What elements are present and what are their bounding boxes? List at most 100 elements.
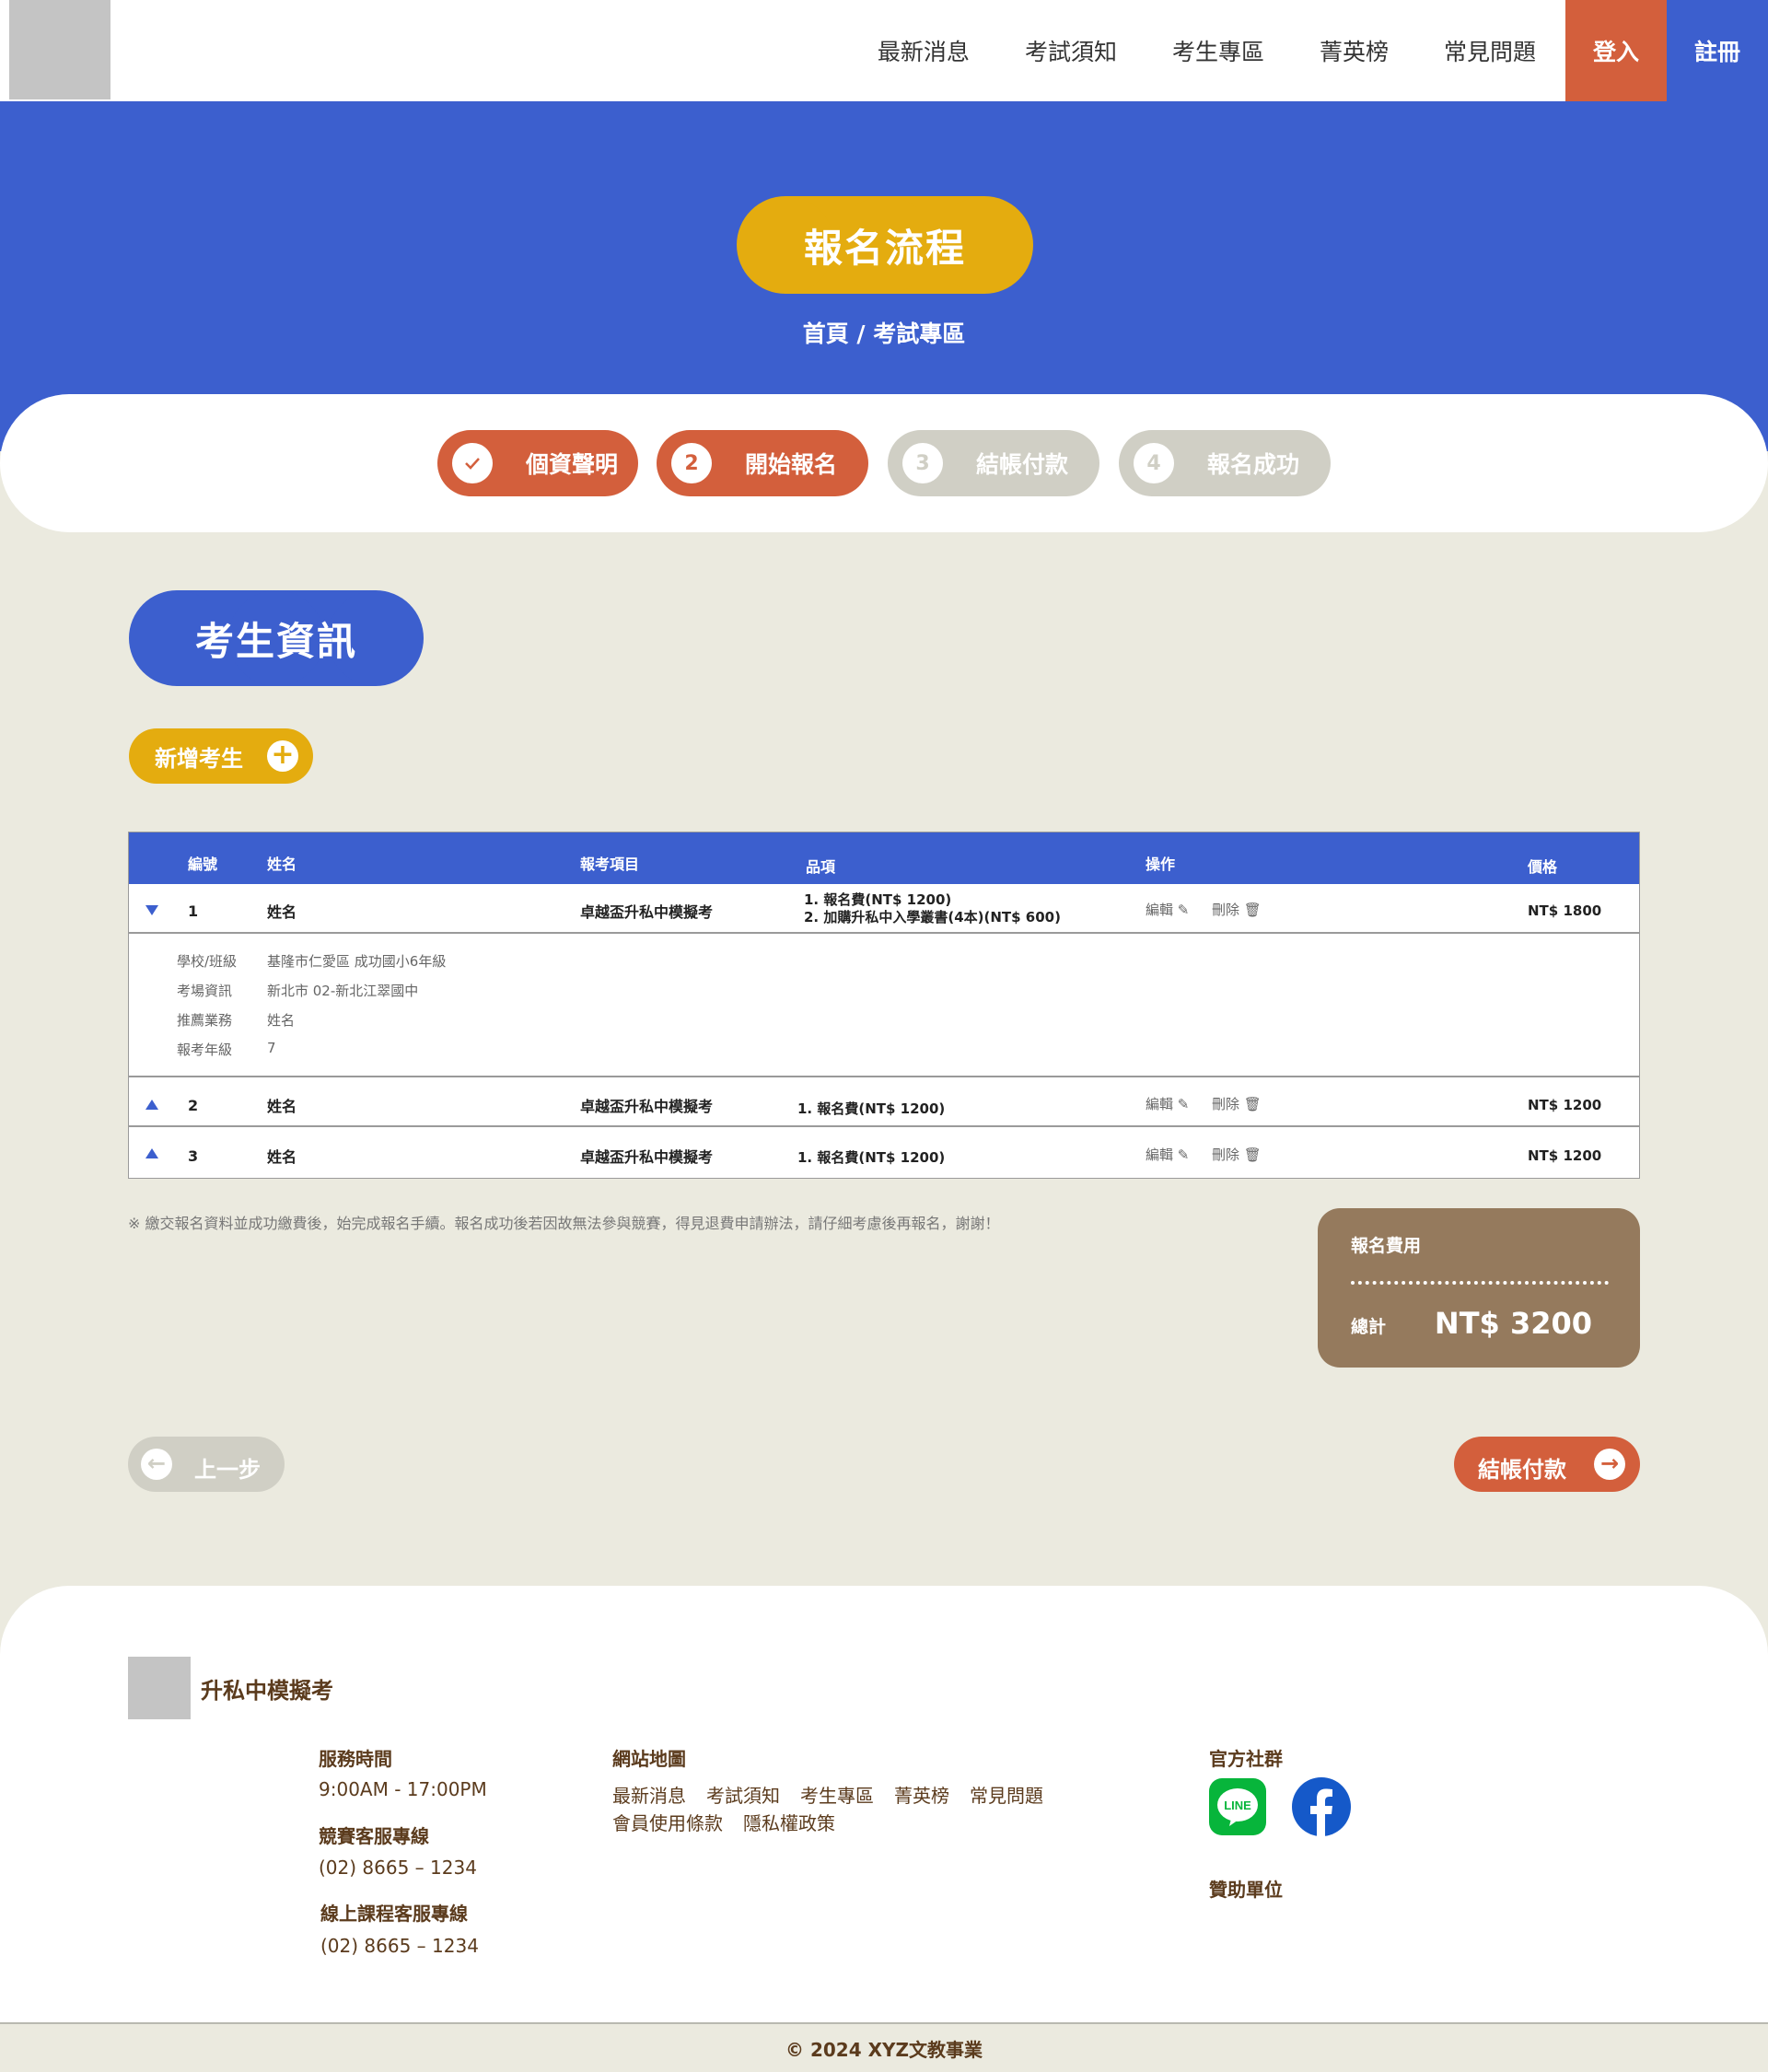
delete-label: 刪除 bbox=[1212, 1096, 1240, 1112]
sitemap-title: 網站地圖 bbox=[612, 1748, 686, 1770]
expand-toggle-icon[interactable] bbox=[145, 1100, 158, 1110]
edit-button[interactable]: 編輯 ✎ bbox=[1146, 1145, 1189, 1164]
delete-button[interactable]: 刪除 🗑 bbox=[1212, 1145, 1262, 1164]
total-value: NT$ 3200 bbox=[1434, 1306, 1592, 1341]
edit-button[interactable]: 編輯 ✎ bbox=[1146, 900, 1189, 919]
fee-summary: 報名費用 總計 NT$ 3200 bbox=[1318, 1208, 1640, 1368]
step-privacy: 個資聲明 bbox=[437, 430, 638, 496]
checkout-button[interactable]: 結帳付款 → bbox=[1454, 1437, 1640, 1492]
refund-notice: ※ 繳交報名資料並成功繳費後，始完成報名手續。報名成功後若因故無法參與競賽，得見… bbox=[128, 1215, 1000, 1232]
sitemap-links-row1: 最新消息 考試須知 考生專區 菁英榜 常見問題 bbox=[612, 1781, 1064, 1808]
social-title: 官方社群 bbox=[1209, 1748, 1283, 1770]
copyright-bar: © 2024 XYZ文教事業 bbox=[0, 2022, 1768, 2072]
row-product: 1. 報名費(NT$ 1200) bbox=[797, 1149, 946, 1166]
step-registration: 2 開始報名 bbox=[657, 430, 868, 496]
row-product: 1. 報名費(NT$ 1200) bbox=[804, 891, 952, 908]
row-product: 2. 加購升私中入學叢書(4本)(NT$ 600) bbox=[804, 909, 1061, 925]
register-button[interactable]: 註冊 bbox=[1667, 0, 1768, 101]
col-price: 價格 bbox=[1528, 858, 1558, 876]
add-candidate-label: 新增考生 bbox=[155, 745, 243, 772]
total-label: 總計 bbox=[1351, 1317, 1387, 1337]
dotted-divider bbox=[1351, 1281, 1609, 1285]
page-title: 報名流程 bbox=[803, 225, 966, 271]
login-button[interactable]: 登入 bbox=[1565, 0, 1667, 101]
footer-link-honor-roll[interactable]: 菁英榜 bbox=[894, 1781, 949, 1808]
site-logo[interactable] bbox=[9, 0, 110, 99]
step-label: 個資聲明 bbox=[526, 451, 619, 478]
row-item: 卓越盃升私中模擬考 bbox=[580, 1148, 714, 1166]
trash-icon: 🗑 bbox=[1243, 1096, 1262, 1112]
row-no: 2 bbox=[188, 1097, 199, 1114]
col-no: 編號 bbox=[188, 856, 218, 873]
step-success: 4 報名成功 bbox=[1119, 430, 1331, 496]
detail-label: 報考年級 bbox=[177, 1042, 233, 1058]
edit-label: 編輯 bbox=[1146, 1147, 1174, 1163]
hotline-value: (02) 8665 – 1234 bbox=[319, 1857, 477, 1879]
prev-step-button[interactable]: ← 上一步 bbox=[128, 1437, 285, 1492]
trash-icon: 🗑 bbox=[1243, 902, 1262, 918]
online-value: (02) 8665 – 1234 bbox=[320, 1935, 479, 1957]
edit-label: 編輯 bbox=[1146, 1096, 1174, 1112]
collapse-toggle-icon[interactable] bbox=[145, 905, 158, 915]
row-divider bbox=[129, 1076, 1639, 1077]
add-candidate-button[interactable]: 新增考生 + bbox=[129, 728, 313, 784]
detail-label: 推薦業務 bbox=[177, 1012, 233, 1029]
nav-faq[interactable]: 常見問題 bbox=[1444, 34, 1536, 67]
row-name: 姓名 bbox=[267, 903, 297, 921]
row-price: NT$ 1200 bbox=[1528, 1097, 1602, 1113]
step-number: 4 bbox=[1134, 443, 1174, 483]
detail-value: 基隆市仁愛區 成功國小6年級 bbox=[267, 953, 447, 970]
row-product: 1. 報名費(NT$ 1200) bbox=[797, 1100, 946, 1117]
footer-brand: 升私中模擬考 bbox=[201, 1678, 333, 1704]
copyright-text: © 2024 XYZ文教事業 bbox=[785, 2038, 983, 2061]
fee-title: 報名費用 bbox=[1351, 1236, 1422, 1256]
col-products: 品項 bbox=[806, 858, 836, 876]
edit-label: 編輯 bbox=[1146, 902, 1174, 918]
footer-link-news[interactable]: 最新消息 bbox=[612, 1781, 686, 1808]
row-name: 姓名 bbox=[267, 1098, 297, 1115]
row-price: NT$ 1800 bbox=[1528, 902, 1602, 919]
col-name: 姓名 bbox=[267, 856, 297, 873]
row-item: 卓越盃升私中模擬考 bbox=[580, 1098, 714, 1115]
pencil-icon: ✎ bbox=[1177, 1147, 1190, 1163]
breadcrumb[interactable]: 首頁 / 考試專區 bbox=[0, 316, 1768, 349]
arrow-right-icon: → bbox=[1594, 1449, 1625, 1480]
candidate-table: 編號 姓名 報考項目 品項 操作 價格 1 姓名 卓越盃升私中模擬考 1. 報名… bbox=[128, 832, 1640, 1179]
detail-value: 新北市 02-新北江翠國中 bbox=[267, 983, 419, 999]
footer-link-faq[interactable]: 常見問題 bbox=[970, 1781, 1043, 1808]
pencil-icon: ✎ bbox=[1177, 1096, 1190, 1112]
step-label: 開始報名 bbox=[745, 451, 838, 478]
trash-icon: 🗑 bbox=[1243, 1147, 1262, 1163]
footer-link-candidate-zone[interactable]: 考生專區 bbox=[800, 1781, 874, 1808]
online-title: 線上課程客服專線 bbox=[320, 1903, 468, 1925]
steps-panel bbox=[0, 394, 1768, 532]
check-icon bbox=[452, 443, 493, 483]
nav-candidate-zone[interactable]: 考生專區 bbox=[1172, 34, 1264, 67]
expand-toggle-icon[interactable] bbox=[145, 1148, 158, 1158]
facebook-icon[interactable] bbox=[1292, 1777, 1351, 1836]
footer-link-terms[interactable]: 會員使用條款 bbox=[612, 1809, 723, 1835]
edit-button[interactable]: 編輯 ✎ bbox=[1146, 1094, 1189, 1113]
footer-link-exam-info[interactable]: 考試須知 bbox=[706, 1781, 780, 1808]
step-label: 報名成功 bbox=[1207, 451, 1300, 478]
line-icon[interactable]: LINE bbox=[1209, 1778, 1266, 1835]
pencil-icon: ✎ bbox=[1177, 902, 1190, 918]
hotline-title: 競賽客服專線 bbox=[319, 1825, 429, 1847]
footer-logo bbox=[128, 1657, 191, 1719]
delete-button[interactable]: 刪除 🗑 bbox=[1212, 900, 1262, 919]
sitemap-links-row2: 會員使用條款 隱私權政策 bbox=[612, 1809, 855, 1835]
delete-button[interactable]: 刪除 🗑 bbox=[1212, 1094, 1262, 1113]
row-divider bbox=[129, 1125, 1639, 1127]
nav-exam-info[interactable]: 考試須知 bbox=[1025, 34, 1117, 67]
nav-honor-roll[interactable]: 菁英榜 bbox=[1320, 34, 1389, 67]
footer-link-privacy[interactable]: 隱私權政策 bbox=[743, 1809, 835, 1835]
section-title: 考生資訊 bbox=[194, 618, 357, 664]
page-title-badge: 報名流程 bbox=[737, 196, 1033, 294]
step-label: 結帳付款 bbox=[976, 451, 1069, 478]
next-label: 結帳付款 bbox=[1478, 1457, 1566, 1483]
step-number: 2 bbox=[671, 443, 712, 483]
detail-value: 7 bbox=[267, 1040, 276, 1056]
row-price: NT$ 1200 bbox=[1528, 1147, 1602, 1164]
nav-news[interactable]: 最新消息 bbox=[878, 34, 970, 67]
row-no: 3 bbox=[188, 1147, 199, 1165]
